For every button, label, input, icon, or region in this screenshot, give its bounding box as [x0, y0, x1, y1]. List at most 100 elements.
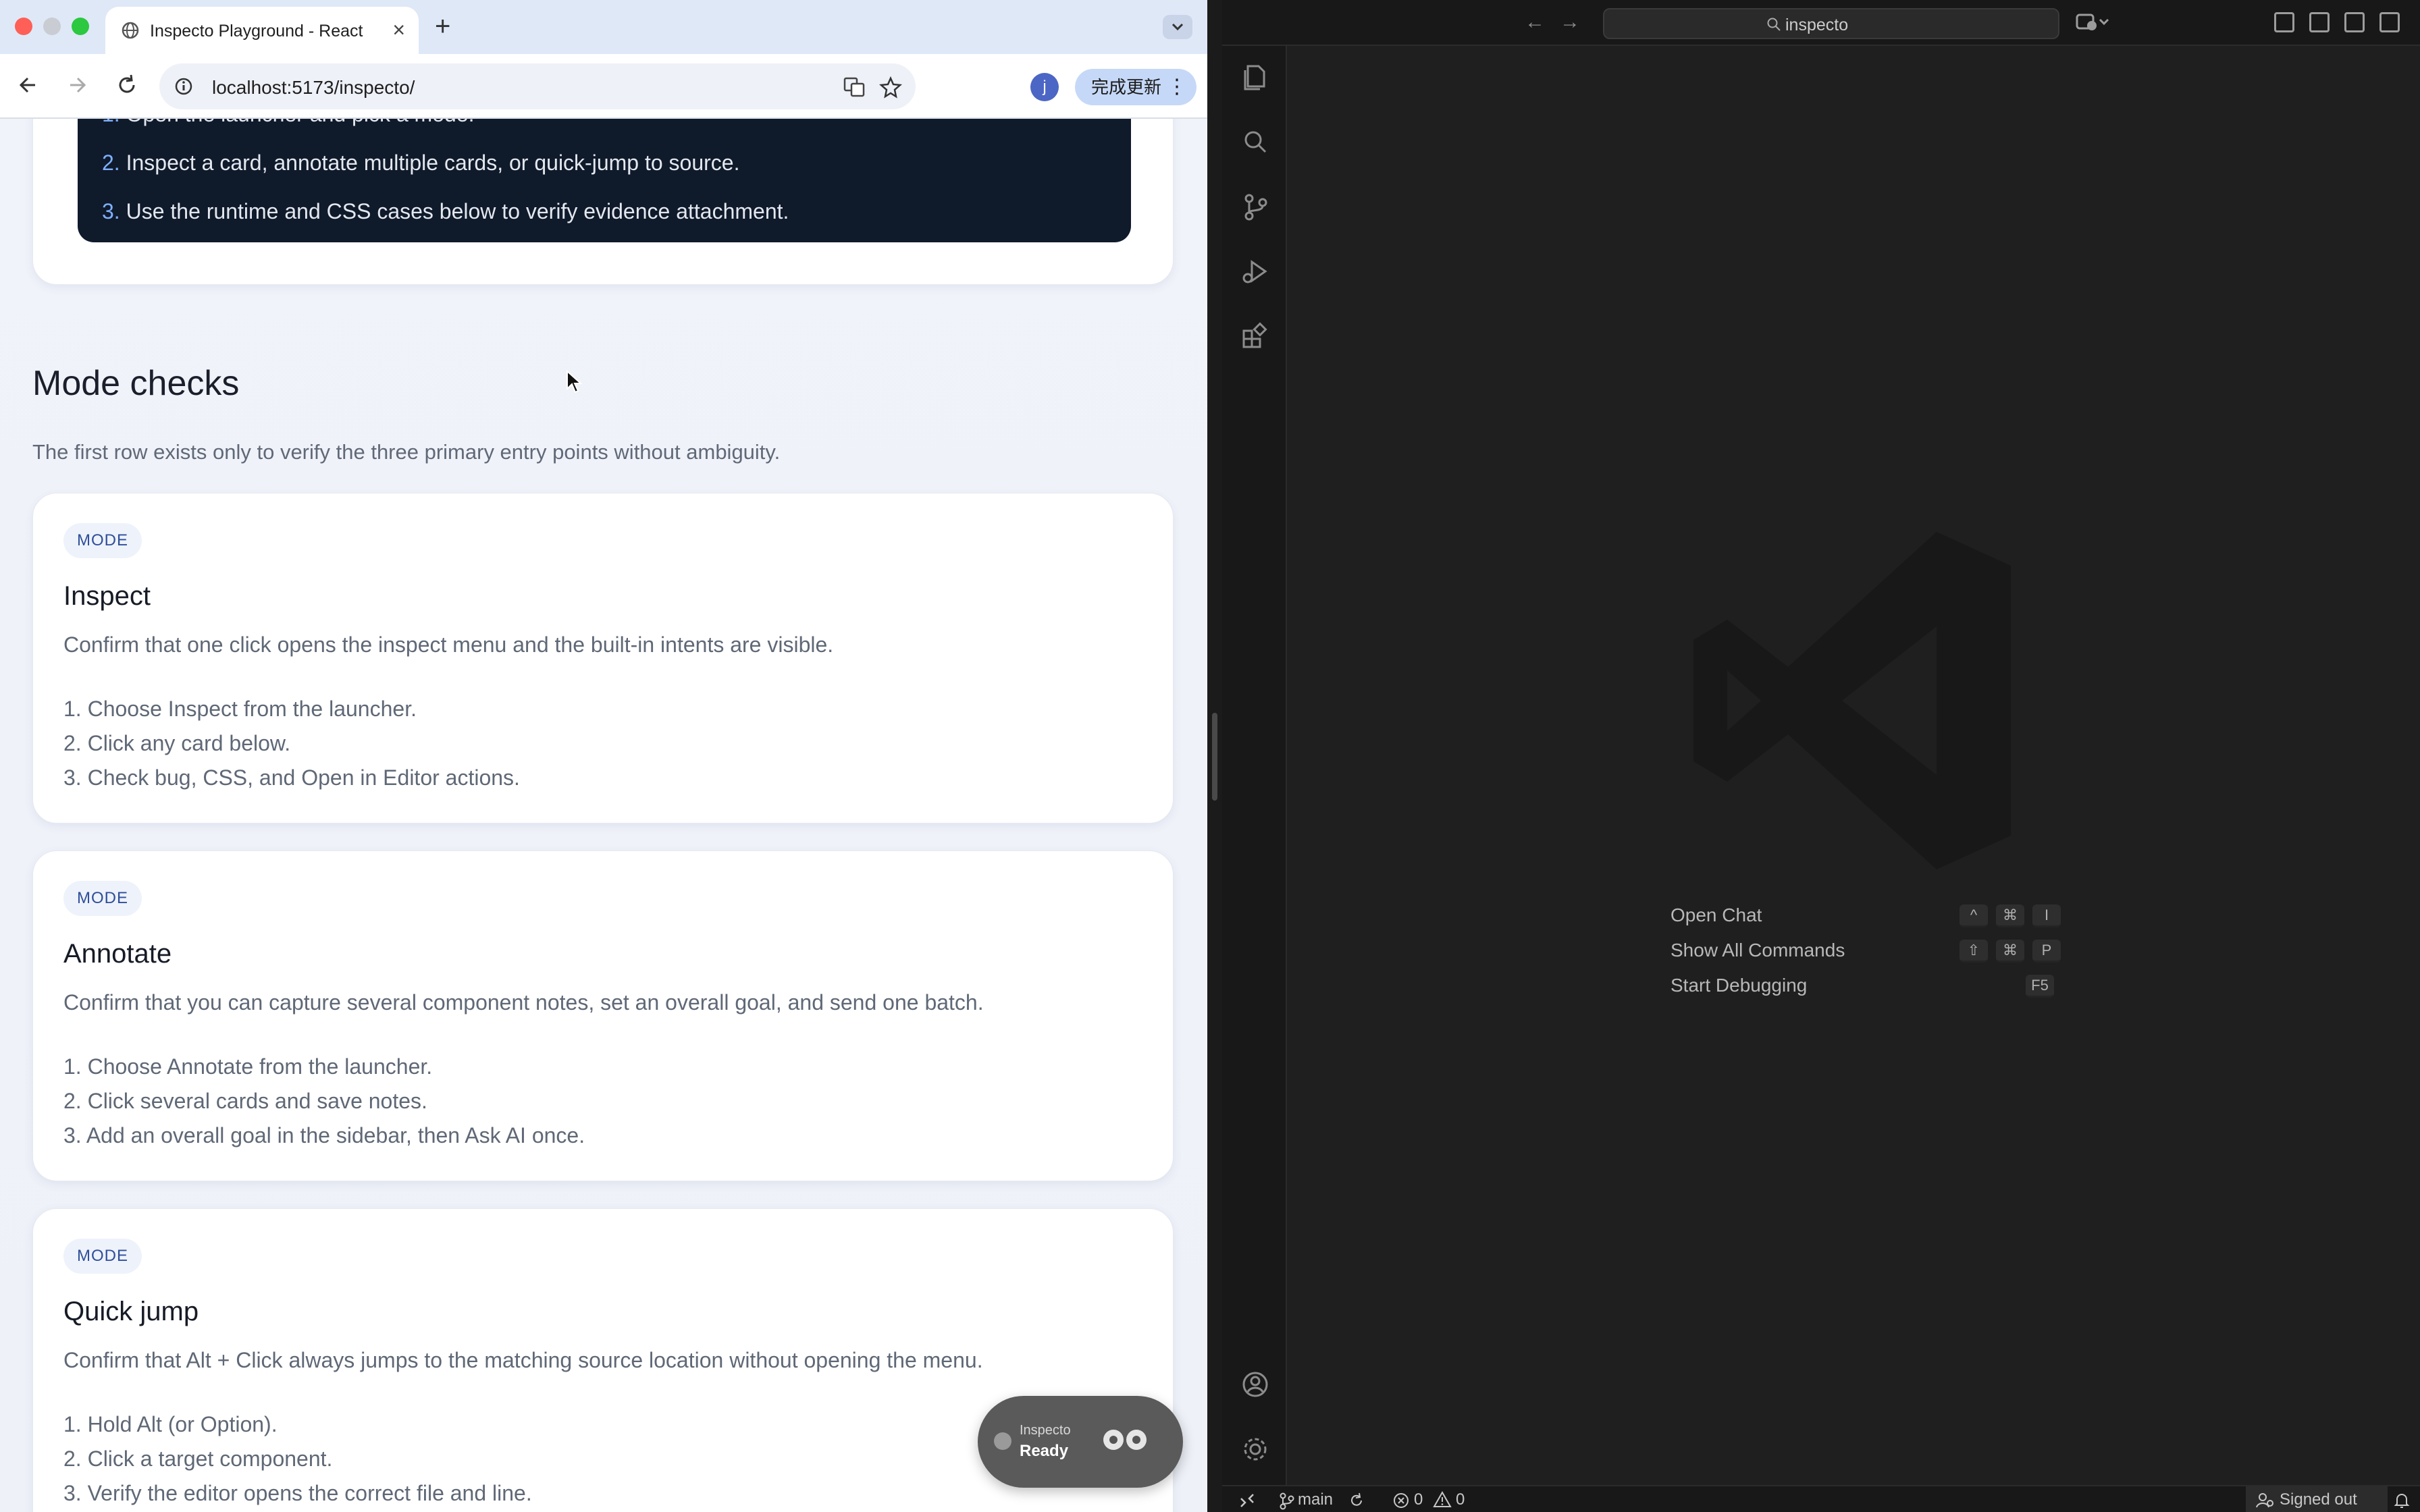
active-tab[interactable]: Inspecto Playground - React × — [105, 7, 419, 54]
signed-out-label: Signed out — [2280, 1490, 2357, 1509]
browser-toolbar: localhost:5173/inspecto/ j 完成更新 ⋮ — [0, 54, 1207, 119]
search-text: inspecto — [1785, 16, 1849, 34]
remote-icon[interactable] — [1238, 1492, 1256, 1509]
warning-count[interactable]: 0 — [1456, 1490, 1465, 1509]
maximize-window-button[interactable] — [72, 18, 89, 35]
list-item: 3. Check bug, CSS, and Open in Editor ac… — [63, 765, 520, 790]
shortcut-open-chat[interactable]: Open Chat ^ ⌘ I — [1671, 905, 2062, 932]
eye-icon — [1126, 1430, 1147, 1450]
shortcut-label: Show All Commands — [1671, 940, 1845, 961]
shortcut-start-debugging[interactable]: Start Debugging F5 — [1671, 975, 2062, 1002]
error-count[interactable]: 0 — [1414, 1490, 1423, 1509]
copilot-icon[interactable] — [2074, 11, 2111, 34]
forward-icon[interactable] — [65, 73, 89, 97]
more-menu-icon[interactable]: ⋮ — [1167, 69, 1187, 105]
page-content: 1. Open the launcher and pick a mode. 2.… — [0, 119, 1207, 1512]
command-center-search[interactable]: inspecto — [1603, 8, 2059, 39]
notifications-bell-icon[interactable] — [2393, 1492, 2411, 1509]
card-title: Inspect — [63, 581, 151, 611]
activity-bar — [1222, 46, 1287, 1485]
card-title: Quick jump — [63, 1297, 199, 1326]
address-bar[interactable]: localhost:5173/inspecto/ — [159, 63, 916, 109]
sync-icon[interactable] — [1348, 1492, 1365, 1509]
back-icon[interactable] — [16, 73, 41, 97]
toggle-panel-icon[interactable] — [2344, 12, 2365, 32]
card-description: Confirm that you can capture several com… — [63, 990, 984, 1015]
list-item: 3. Add an overall goal in the sidebar, t… — [63, 1123, 585, 1148]
mouse-cursor-icon — [567, 370, 582, 394]
source-control-icon[interactable] — [1240, 192, 1271, 223]
new-tab-button[interactable]: + — [435, 9, 450, 43]
intro-card: 1. Open the launcher and pick a mode. 2.… — [32, 119, 1174, 285]
eye-icon — [1103, 1430, 1124, 1450]
key-cap: I — [2032, 905, 2061, 927]
nav-forward-icon[interactable]: → — [1560, 11, 1580, 34]
account-icon — [2256, 1493, 2273, 1508]
settings-gear-icon[interactable] — [1240, 1434, 1271, 1465]
toggle-secondary-sidebar-icon[interactable] — [2379, 12, 2400, 32]
close-window-button[interactable] — [15, 18, 32, 35]
list-item: 1. Choose Inspect from the launcher. — [63, 697, 417, 721]
vscode-logo-icon — [1693, 532, 2011, 869]
list-item: 2. Click a target component. — [63, 1447, 333, 1471]
mode-card-annotate[interactable]: MODE Annotate Confirm that you can captu… — [32, 850, 1174, 1181]
translate-icon[interactable] — [843, 76, 866, 99]
shortcut-label: Start Debugging — [1671, 975, 1808, 996]
tab-bar: Inspecto Playground - React × + — [0, 0, 1207, 54]
globe-icon — [122, 22, 139, 39]
vscode-window: ← → inspecto Open Chat ^ ⌘ I Show All Co… — [1222, 0, 2420, 1512]
list-item: 2. Click any card below. — [63, 731, 291, 755]
key-cap: ⌘ — [1996, 940, 2024, 963]
list-item: 2. Click several cards and save notes. — [63, 1089, 427, 1113]
card-title: Annotate — [63, 939, 172, 969]
mode-card-inspect[interactable]: MODE Inspect Confirm that one click open… — [32, 493, 1174, 824]
site-info-icon[interactable] — [174, 77, 193, 96]
window-splitter[interactable] — [1207, 0, 1222, 1512]
chevron-down-icon — [1172, 23, 1184, 31]
launcher-status: Ready — [1020, 1442, 1069, 1460]
minimize-window-button[interactable] — [43, 18, 61, 35]
shortcut-show-all-commands[interactable]: Show All Commands ⇧ ⌘ P — [1671, 940, 2062, 967]
signed-out-button[interactable]: Signed out — [2246, 1486, 2388, 1512]
bookmark-star-icon[interactable] — [879, 76, 902, 99]
list-item: 1. Hold Alt (or Option). — [63, 1412, 278, 1436]
browser-window: Inspecto Playground - React × + localhos… — [0, 0, 1207, 1512]
split-handle[interactable] — [1212, 713, 1217, 801]
step-item: 2. Inspect a card, annotate multiple car… — [102, 151, 740, 175]
step-item: 3. Use the runtime and CSS cases below t… — [102, 199, 789, 223]
section-description: The first row exists only to verify the … — [32, 440, 781, 464]
mode-badge: MODE — [63, 881, 142, 916]
reload-icon[interactable] — [115, 73, 139, 97]
warning-icon[interactable] — [1433, 1490, 1452, 1509]
toggle-sidebar-icon[interactable] — [2309, 12, 2330, 32]
profile-avatar[interactable]: j — [1030, 73, 1059, 101]
step-item: 1. Open the launcher and pick a mode. — [102, 119, 474, 127]
section-title: Mode checks — [32, 364, 240, 403]
tab-search-button[interactable] — [1163, 15, 1192, 39]
status-bar: main 0 0 Signed out — [1222, 1485, 2420, 1512]
explorer-icon[interactable] — [1240, 62, 1271, 93]
editor-area: Open Chat ^ ⌘ I Show All Commands ⇧ ⌘ P … — [1288, 46, 2420, 1485]
run-debug-icon[interactable] — [1240, 256, 1271, 288]
key-cap: ⌘ — [1996, 905, 2024, 927]
inspecto-launcher[interactable]: Inspecto Ready — [978, 1396, 1183, 1488]
card-description: Confirm that Alt + Click always jumps to… — [63, 1348, 983, 1372]
list-item: 1. Choose Annotate from the launcher. — [63, 1054, 433, 1079]
shortcut-label: Open Chat — [1671, 905, 1762, 925]
accounts-icon[interactable] — [1240, 1369, 1271, 1400]
update-label: 完成更新 — [1091, 77, 1162, 97]
extensions-icon[interactable] — [1240, 321, 1271, 352]
update-button[interactable]: 完成更新 ⋮ — [1075, 69, 1196, 105]
error-icon[interactable] — [1392, 1492, 1410, 1509]
key-cap: ⇧ — [1959, 940, 1988, 963]
git-branch[interactable]: main — [1298, 1490, 1333, 1509]
url-text[interactable]: localhost:5173/inspecto/ — [212, 77, 415, 99]
card-steps: 1. Choose Annotate from the launcher. 2.… — [63, 1050, 585, 1153]
nav-back-icon[interactable]: ← — [1525, 11, 1545, 34]
status-dot — [994, 1432, 1011, 1450]
layout-icon[interactable] — [2274, 12, 2294, 32]
card-description: Confirm that one click opens the inspect… — [63, 632, 834, 657]
branch-icon — [1280, 1492, 1294, 1510]
tab-close-icon[interactable]: × — [392, 16, 405, 43]
search-icon[interactable] — [1240, 127, 1271, 158]
